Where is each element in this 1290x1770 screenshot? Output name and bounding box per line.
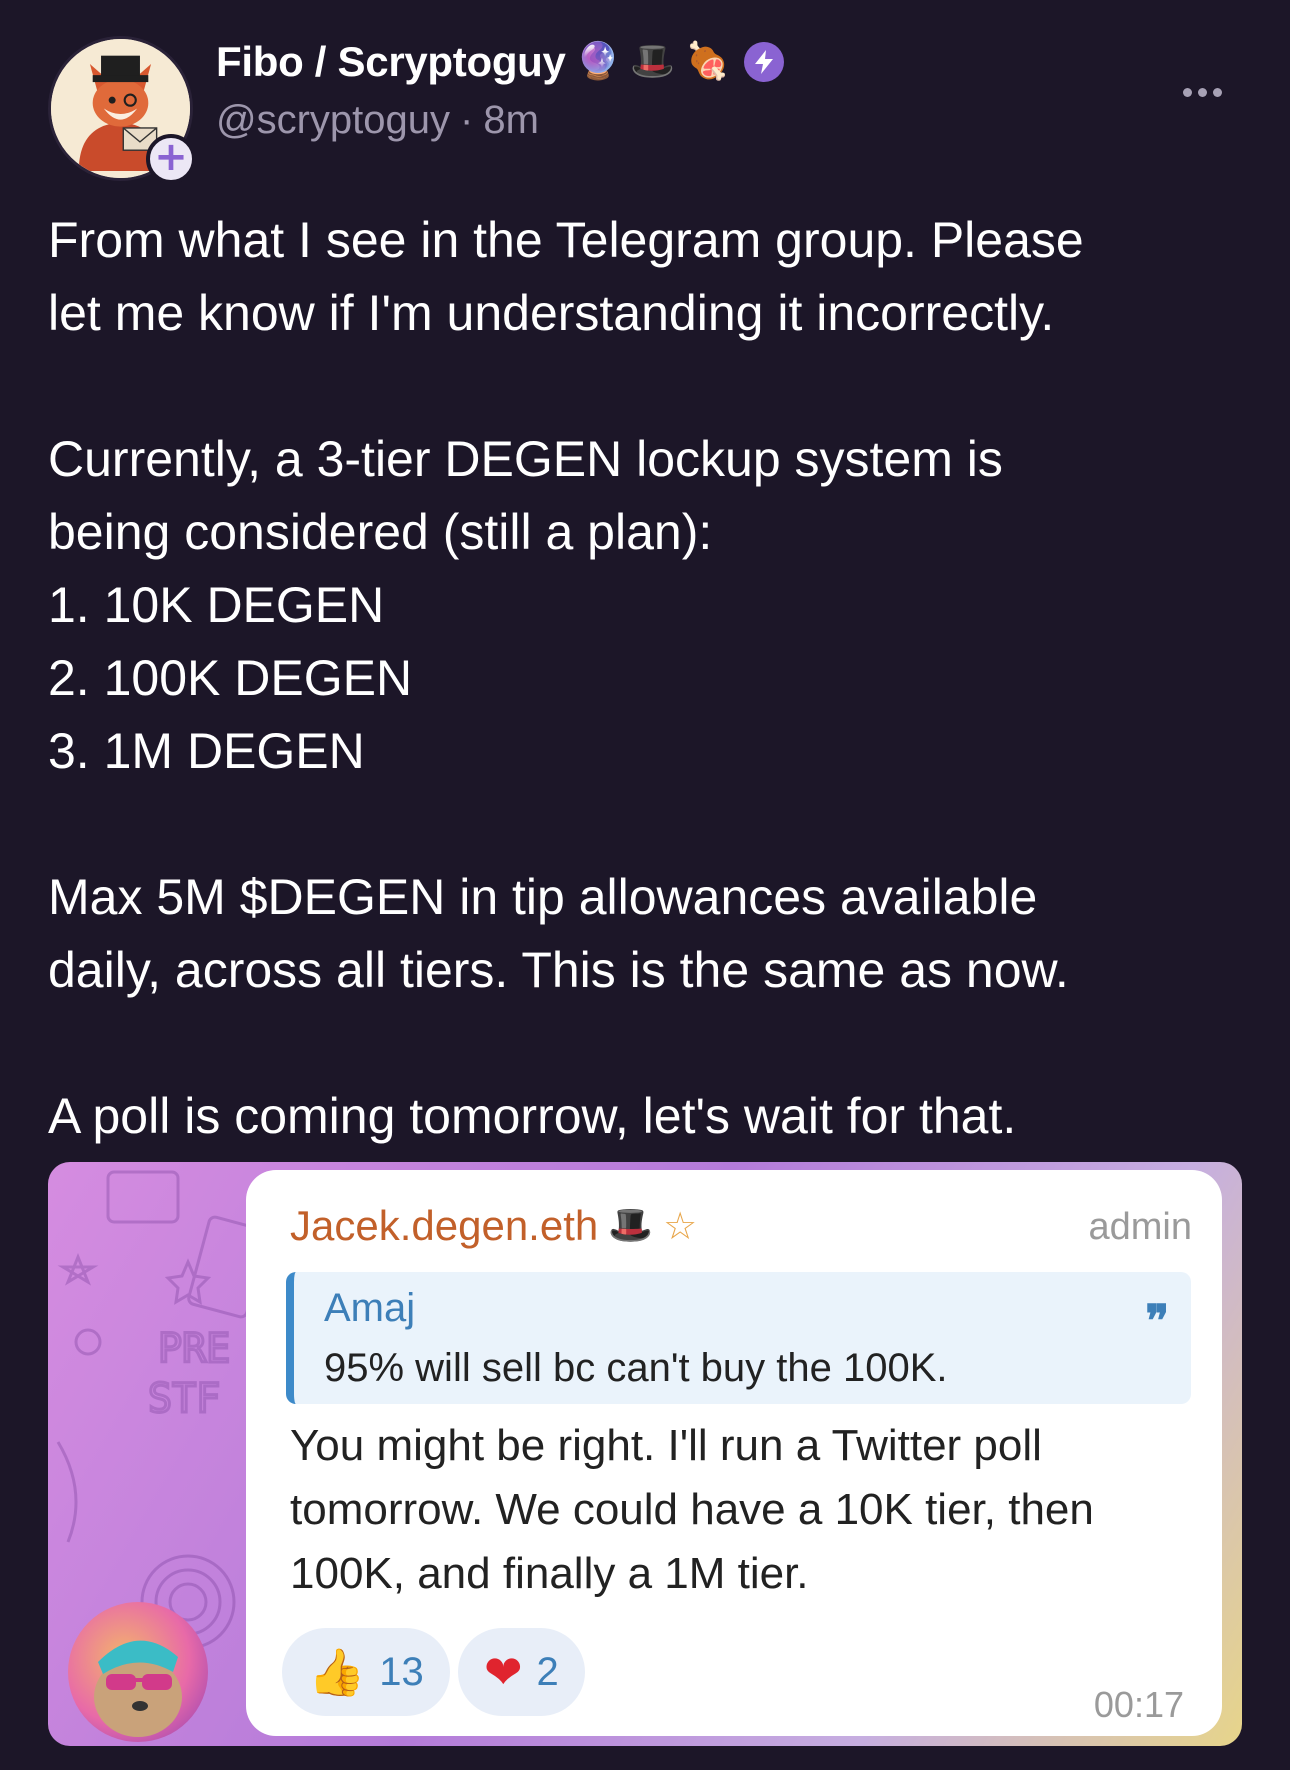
- star-icon: ☆: [663, 1204, 698, 1248]
- post-paragraph: Max 5M $DEGEN in tip allowances availabl…: [48, 869, 1069, 998]
- telegram-message-bubble: Jacek.degen.eth 🎩 ☆ admin Amaj 95% will …: [246, 1170, 1222, 1736]
- author-handle[interactable]: @scryptoguy: [216, 98, 450, 143]
- author-display-name[interactable]: Fibo / Scryptoguy: [216, 38, 566, 86]
- author-avatar-wrapper[interactable]: +: [48, 36, 196, 184]
- meta-separator: ·: [460, 98, 474, 142]
- reaction-heart: ❤ 2: [458, 1628, 585, 1716]
- message-time: 00:17: [1093, 1684, 1184, 1725]
- post-time: 8m: [483, 98, 539, 142]
- post-paragraph: Currently, a 3-tier DEGEN lockup system …: [48, 431, 1003, 779]
- crystal-ball-icon: 🔮: [575, 41, 621, 82]
- reaction-count: 13: [379, 1649, 424, 1694]
- power-badge-icon: [744, 42, 785, 82]
- thumbs-up-icon: 👍: [308, 1645, 366, 1699]
- reply-text: 95% will sell bc can't buy the 100K.: [324, 1346, 948, 1390]
- sender-name: Jacek.degen.eth: [290, 1202, 599, 1249]
- author-meta-row: @scryptoguy · 8m: [216, 98, 539, 143]
- svg-text:PRE: PRE: [158, 1326, 230, 1372]
- heart-icon: ❤: [484, 1645, 523, 1699]
- svg-text:STF: STF: [148, 1376, 220, 1422]
- post-paragraph: A poll is coming tomorrow, let's wait fo…: [48, 1088, 1017, 1144]
- top-hat-icon: 🎩: [630, 41, 676, 82]
- reaction-thumbs-up: 👍 13: [282, 1628, 450, 1716]
- more-options-icon[interactable]: [1183, 88, 1222, 97]
- reply-quote: Amaj 95% will sell bc can't buy the 100K…: [286, 1272, 1191, 1404]
- message-text: You might be right. I'll run a Twitter p…: [290, 1421, 1094, 1598]
- meat-icon: 🍖: [685, 41, 731, 82]
- telegram-sender-avatar: [68, 1602, 208, 1742]
- top-hat-icon: 🎩: [608, 1205, 654, 1246]
- embedded-image[interactable]: PRE STF Jacek.degen.eth 🎩 ☆ admin Amaj 9…: [48, 1162, 1242, 1746]
- post-text: From what I see in the Telegram group. P…: [48, 204, 1248, 1153]
- follow-plus-icon[interactable]: +: [146, 134, 196, 184]
- quote-icon: ❞: [1145, 1296, 1169, 1347]
- post-paragraph: From what I see in the Telegram group. P…: [48, 212, 1084, 341]
- admin-label: admin: [1088, 1206, 1193, 1248]
- sender-row: Jacek.degen.eth 🎩 ☆: [290, 1202, 697, 1250]
- author-name-row: Fibo / Scryptoguy 🔮 🎩 🍖: [216, 34, 785, 90]
- reaction-count: 2: [536, 1649, 559, 1694]
- cast-post: + Fibo / Scryptoguy 🔮 🎩 🍖 @scryptoguy · …: [0, 0, 1290, 1770]
- reply-author: Amaj: [324, 1286, 416, 1330]
